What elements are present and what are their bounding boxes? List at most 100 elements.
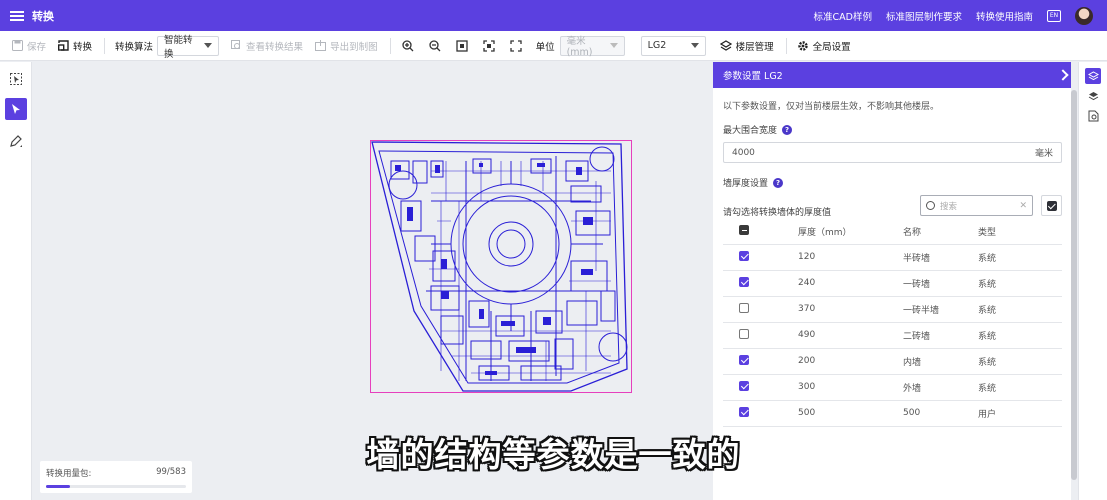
table-row[interactable]: 240 一砖墙 系统 xyxy=(723,270,1062,297)
chevron-down-icon xyxy=(609,43,618,48)
row-name: 一砖墙 xyxy=(903,270,978,297)
max-width-label: 最大围合宽度? xyxy=(723,123,1067,136)
row-thickness: 120 xyxy=(798,244,903,271)
row-checkbox[interactable] xyxy=(739,302,749,313)
column-type: 类型 xyxy=(978,219,1062,245)
row-thickness: 490 xyxy=(798,322,903,349)
link-layer-requirements[interactable]: 标准图层制作要求 xyxy=(886,9,962,23)
row-type: 系统 xyxy=(978,374,1062,401)
scrollbar-thumb[interactable] xyxy=(1071,90,1077,480)
search-input[interactable]: 搜索 ✕ xyxy=(920,195,1033,216)
table-row[interactable]: 500 500 用户 xyxy=(723,400,1062,427)
select-box-tool[interactable] xyxy=(5,68,27,90)
divider xyxy=(785,37,787,54)
table-row[interactable]: 120 半砖墙 系统 xyxy=(723,244,1062,271)
link-cad-sample[interactable]: 标准CAD样例 xyxy=(814,9,872,23)
top-bar: 转换 标准CAD样例 标准图层制作要求 转换使用指南 EN xyxy=(0,0,1107,31)
pointer-icon xyxy=(12,104,20,114)
toolbar: 保存 转换 转换算法 智能转换 查看转换结果 导出到制图 单位 毫米(mm) L… xyxy=(0,31,1107,61)
fit-view-icon[interactable] xyxy=(455,39,469,53)
unit-label: 单位 xyxy=(535,41,555,53)
floor-plan[interactable] xyxy=(370,140,632,393)
row-thickness: 240 xyxy=(798,270,903,297)
language-icon[interactable]: EN xyxy=(1047,9,1061,22)
unit-suffix: 毫米 xyxy=(1034,149,1053,159)
row-thickness: 200 xyxy=(798,348,903,375)
export-button[interactable]: 导出到制图 xyxy=(315,39,378,53)
row-checkbox[interactable] xyxy=(739,354,749,365)
chevron-right-icon[interactable] xyxy=(1057,69,1069,81)
draw-tool[interactable] xyxy=(5,130,27,152)
pencil-icon xyxy=(10,135,22,147)
layers-icon xyxy=(1088,91,1098,100)
max-width-input[interactable]: 4000 毫米 xyxy=(723,142,1062,163)
panel-description: 以下参数设置，仅对当前楼层生效，不影响其他楼层。 xyxy=(723,102,940,112)
zoom-in-icon[interactable] xyxy=(401,39,415,53)
table-row[interactable]: 300 外墙 系统 xyxy=(723,374,1062,401)
video-subtitle: 墙的结构等参数是一致的 xyxy=(366,435,741,474)
filter-checked-button[interactable] xyxy=(1041,195,1062,216)
row-checkbox[interactable] xyxy=(739,276,749,287)
row-checkbox[interactable] xyxy=(739,250,749,261)
table-row[interactable]: 370 一砖半墙 系统 xyxy=(723,296,1062,323)
view-result-icon xyxy=(231,40,241,49)
row-thickness: 370 xyxy=(798,296,903,323)
row-name: 半砖墙 xyxy=(903,244,978,271)
row-type: 系统 xyxy=(978,296,1062,323)
table-row[interactable]: 200 内墙 系统 xyxy=(723,348,1062,375)
focus-icon[interactable] xyxy=(482,39,496,53)
layers-tab[interactable] xyxy=(1085,88,1101,104)
row-type: 系统 xyxy=(978,348,1062,375)
row-name: 一砖半墙 xyxy=(903,296,978,323)
thickness-label: 墙厚度设置? xyxy=(723,176,1067,189)
unit-select[interactable]: 毫米(mm) xyxy=(559,35,625,58)
table-row[interactable]: 490 二砖墙 系统 xyxy=(723,322,1062,349)
global-settings-button[interactable]: 全局设置 xyxy=(797,39,851,53)
row-type: 系统 xyxy=(978,270,1062,297)
row-name: 外墙 xyxy=(903,374,978,401)
row-thickness: 300 xyxy=(798,374,903,401)
row-type: 系统 xyxy=(978,322,1062,349)
pointer-tool[interactable] xyxy=(5,98,27,120)
document-tab[interactable] xyxy=(1085,108,1101,124)
table-header: 厚度（mm） 名称 类型 xyxy=(723,219,1062,245)
layer-manage-button[interactable]: 楼层管理 xyxy=(719,39,774,53)
convert-button[interactable]: 转换 xyxy=(58,39,92,53)
help-icon[interactable]: ? xyxy=(773,177,784,188)
save-button[interactable]: 保存 xyxy=(12,39,46,53)
floor-plan-drawing xyxy=(371,141,628,392)
page-title: 转换 xyxy=(32,9,54,23)
link-guide[interactable]: 转换使用指南 xyxy=(976,9,1033,23)
row-checkbox[interactable] xyxy=(739,406,749,417)
row-type: 系统 xyxy=(978,244,1062,271)
select-box-icon xyxy=(10,73,22,85)
row-name: 500 xyxy=(903,400,978,427)
save-icon xyxy=(12,40,23,51)
usage-progress xyxy=(46,485,186,488)
parameter-settings-tab[interactable] xyxy=(1085,68,1101,84)
view-result-button[interactable]: 查看转换结果 xyxy=(231,39,303,53)
algo-label: 转换算法 xyxy=(115,41,154,53)
chevron-down-icon xyxy=(690,43,699,48)
checkbox-icon xyxy=(1046,200,1057,211)
thickness-table: 厚度（mm） 名称 类型 120 半砖墙 系统 240 一砖墙 系统 370 一砖半墙 系统 49… xyxy=(723,219,1062,427)
gear-icon xyxy=(797,40,808,51)
avatar[interactable] xyxy=(1075,6,1093,25)
row-name: 内墙 xyxy=(903,348,978,375)
layers-icon xyxy=(719,39,732,51)
menu-icon[interactable] xyxy=(10,10,24,21)
divider xyxy=(389,37,391,54)
select-all-checkbox[interactable] xyxy=(739,224,749,235)
algo-select[interactable]: 智能转换 xyxy=(157,35,220,60)
help-icon[interactable]: ? xyxy=(782,124,793,135)
column-name: 名称 xyxy=(903,219,978,245)
row-thickness: 500 xyxy=(798,400,903,427)
panel-header: 参数设置 LG2 xyxy=(713,62,1077,88)
layer-select[interactable]: LG2 xyxy=(640,35,706,56)
clear-icon[interactable]: ✕ xyxy=(1019,201,1027,211)
chevron-down-icon xyxy=(204,43,213,48)
row-checkbox[interactable] xyxy=(739,380,749,391)
zoom-out-icon[interactable] xyxy=(428,39,442,53)
fullscreen-icon[interactable] xyxy=(509,39,523,53)
row-checkbox[interactable] xyxy=(739,328,749,339)
